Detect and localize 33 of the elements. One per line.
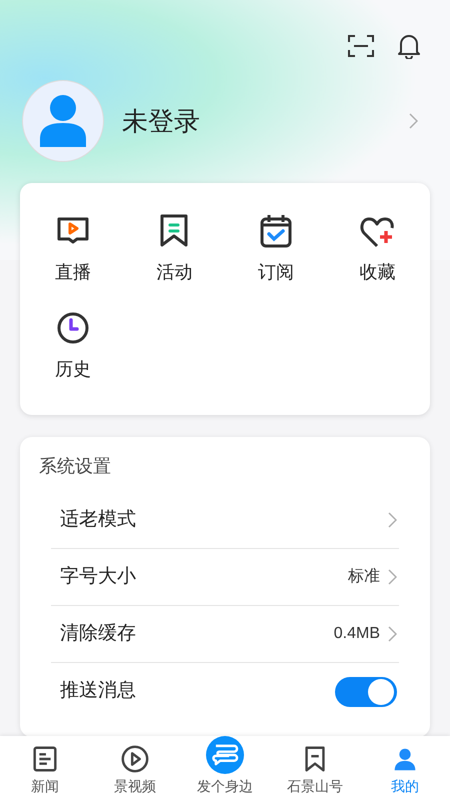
chevron-right-icon bbox=[388, 569, 397, 585]
settings-label: 推送消息 bbox=[60, 679, 137, 704]
nav-tab[interactable]: 发个身边 bbox=[180, 736, 270, 800]
nav-tab[interactable]: 新闻 bbox=[0, 736, 90, 800]
nav-tab[interactable]: 我的 bbox=[360, 736, 450, 800]
shortcut-button[interactable]: 订阅 bbox=[225, 213, 326, 286]
shortcut-button[interactable]: 收藏 bbox=[326, 213, 428, 286]
settings-value: 标准 bbox=[348, 567, 380, 587]
settings-row[interactable]: 清除缓存 0.4MB bbox=[51, 606, 399, 663]
chevron-right-icon bbox=[409, 113, 418, 129]
user-icon bbox=[40, 95, 86, 147]
settings-row[interactable]: 推送消息 bbox=[51, 663, 399, 720]
settings-value: 0.4MB bbox=[334, 624, 380, 644]
bell-icon[interactable] bbox=[398, 33, 420, 59]
scan-icon[interactable] bbox=[348, 34, 374, 58]
chevron-right-icon bbox=[388, 512, 397, 528]
settings-label: 适老模式 bbox=[60, 508, 137, 532]
nav-tab[interactable]: 景视频 bbox=[90, 736, 180, 800]
chevron-right-icon bbox=[388, 626, 397, 642]
settings-label: 清除缓存 bbox=[60, 622, 137, 646]
settings-title: 系统设置 bbox=[38, 455, 112, 478]
username[interactable]: 未登录 bbox=[122, 102, 409, 140]
nav-tab[interactable]: 石景山号 bbox=[270, 736, 360, 800]
clock-icon bbox=[54, 310, 91, 346]
settings-row[interactable]: 适老模式 bbox=[51, 492, 399, 549]
settings-label: 字号大小 bbox=[60, 564, 137, 589]
shortcut-button[interactable]: 直播 bbox=[22, 213, 124, 286]
settings-row[interactable]: 字号大小 标准 bbox=[51, 549, 399, 606]
push-toggle[interactable] bbox=[335, 676, 397, 706]
play-circle-icon bbox=[120, 744, 150, 774]
shortcut-button[interactable]: 活动 bbox=[124, 213, 225, 286]
shortcut-button[interactable]: 历史 bbox=[22, 310, 124, 383]
calendar-check-icon bbox=[258, 213, 294, 249]
